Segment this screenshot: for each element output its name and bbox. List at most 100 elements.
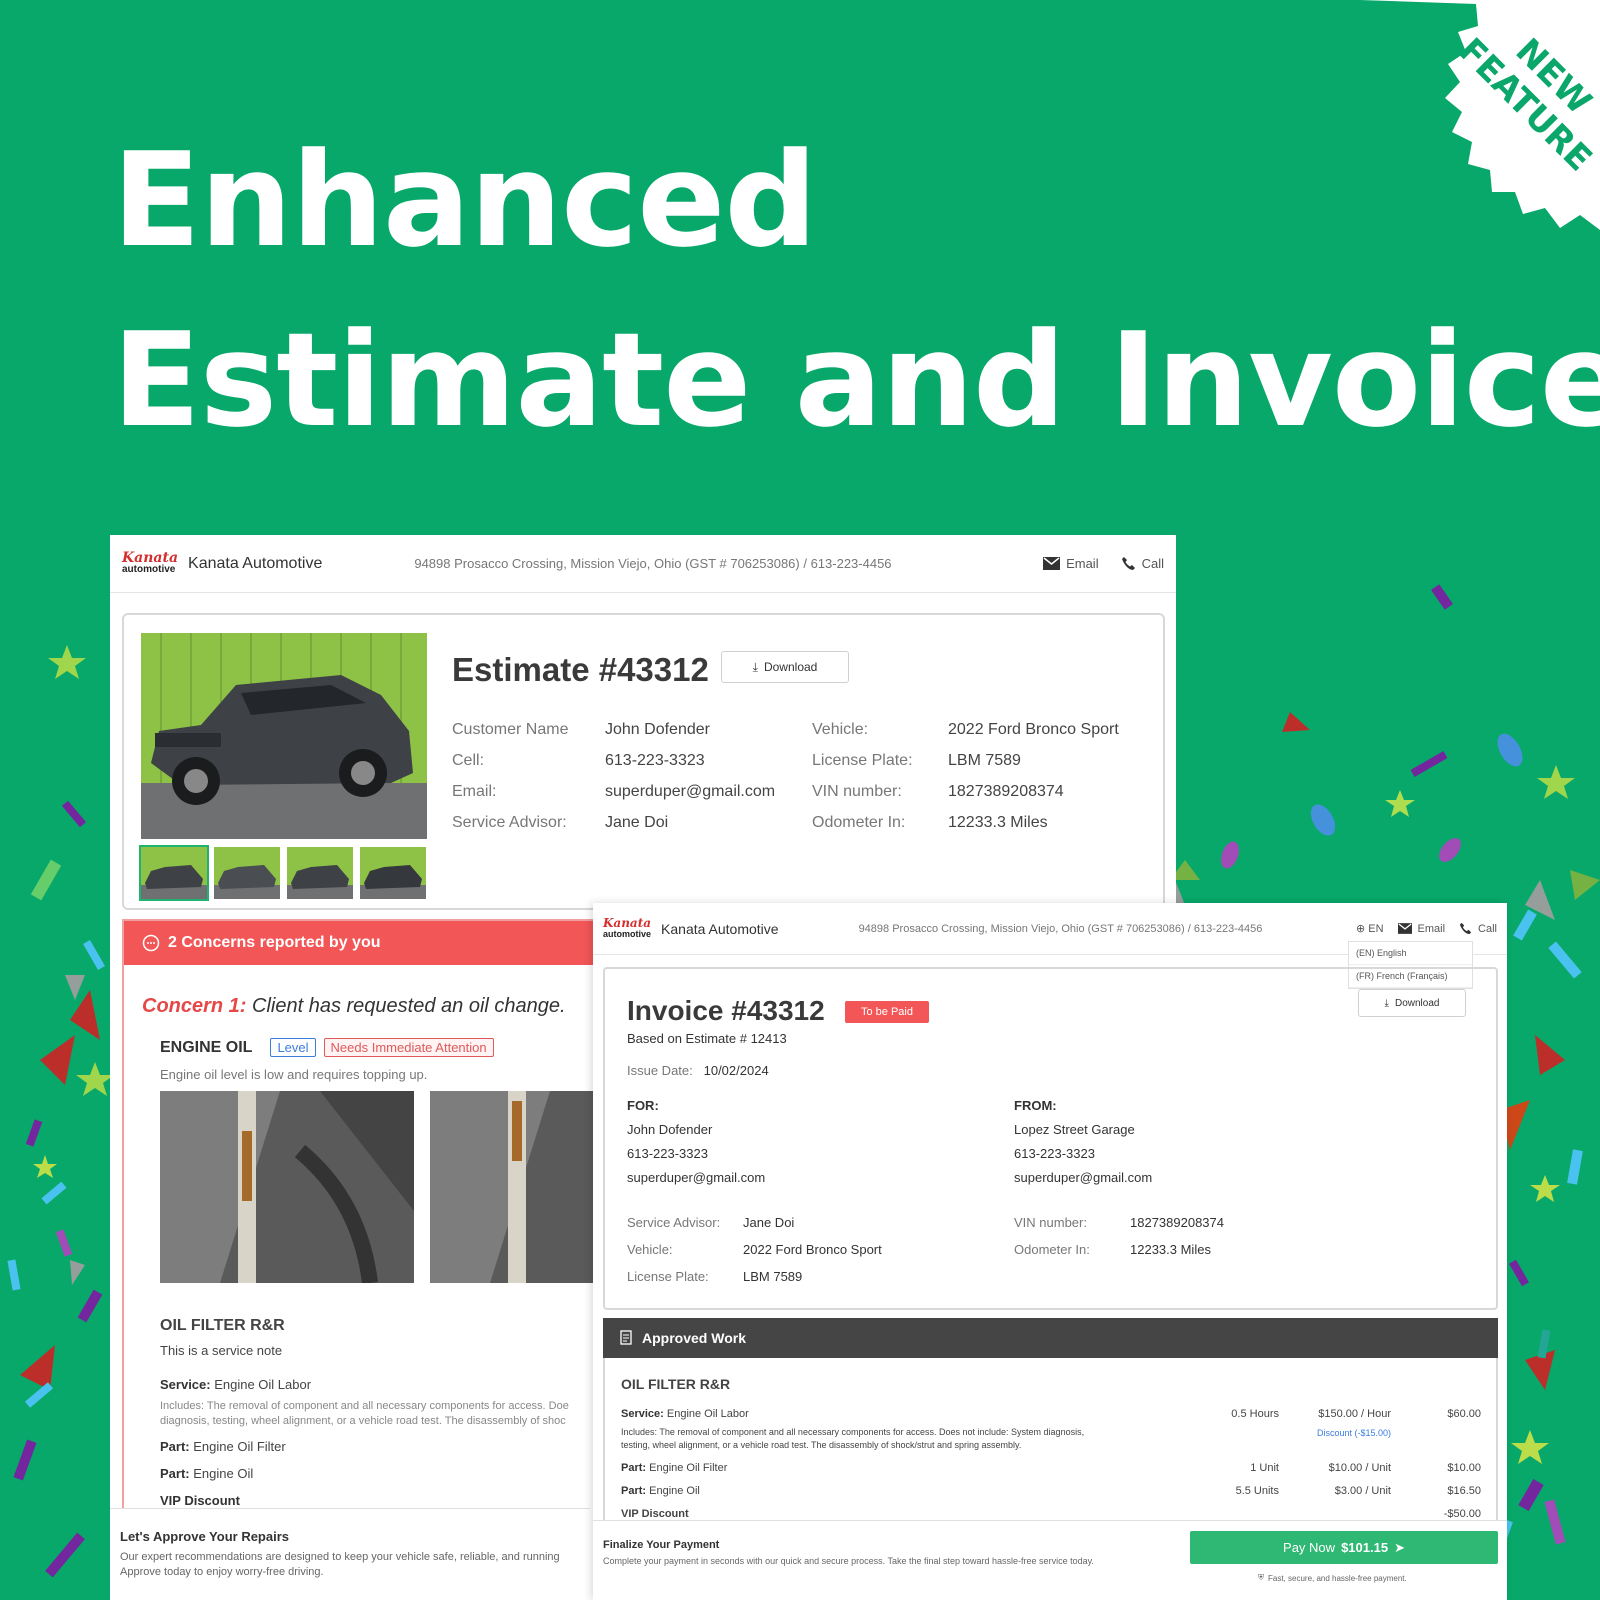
photo-thumbnails	[139, 845, 426, 901]
service-qty: 0.5 Hours	[1231, 1408, 1279, 1420]
email-label: Email	[1417, 922, 1446, 935]
customer-labels: Customer Name Cell: Email: Service Advis…	[452, 714, 568, 838]
label: License Plate:	[812, 752, 913, 769]
payment-bar: Finalize Your Payment Complete your paym…	[593, 1520, 1507, 1600]
pay-now-button[interactable]: Pay Now $101.15 ➤	[1190, 1531, 1498, 1564]
part-value: Engine Oil Filter	[649, 1462, 728, 1474]
odometer: 12233.3 Miles	[948, 814, 1048, 831]
vin-number: 1827389208374	[948, 783, 1064, 800]
download-button[interactable]: ⤓ Download	[721, 651, 849, 683]
chat-icon	[142, 934, 160, 952]
vehicle-labels: Vehicle: License Plate: VIN number: Odom…	[812, 714, 913, 838]
service-value: Engine Oil Labor	[666, 1408, 749, 1420]
thumbnail[interactable]	[214, 847, 280, 899]
concerns-header-label: 2 Concerns reported by you	[168, 934, 381, 951]
email-label: Email	[1066, 556, 1099, 571]
vehicle-values: 2022 Ford Bronco Sport LBM 7589 18273892…	[948, 714, 1119, 838]
label: Vehicle:	[812, 721, 869, 738]
globe-icon: ⊕	[1356, 923, 1366, 935]
label: Odometer In:	[812, 814, 906, 831]
from-email: superduper@gmail.com	[1014, 1170, 1153, 1185]
service-title: OIL FILTER R&R	[160, 1317, 285, 1334]
download-button[interactable]: ⤓ Download	[1358, 989, 1466, 1017]
inspection-item-title: ENGINE OIL	[160, 1038, 253, 1056]
service-advisor: Jane Doi	[605, 814, 669, 831]
email-icon	[1397, 923, 1412, 934]
includes-line: testing, wheel alignment, or a vehicle r…	[621, 1440, 1022, 1450]
includes-line: Includes: The removal of component and a…	[621, 1427, 1085, 1437]
invoice-summary-card: Invoice #43312 To be Paid ⤓ Download Bas…	[603, 967, 1498, 1310]
for-name: John Dofender	[627, 1122, 713, 1137]
phone-icon	[1121, 557, 1135, 570]
inspection-item: ENGINE OIL Level Needs Immediate Attenti…	[160, 1038, 494, 1057]
service-label: Service:	[621, 1408, 664, 1420]
shield-icon: ⛨	[1258, 1573, 1264, 1582]
business-name: Kanata Automotive	[661, 920, 779, 937]
call-link[interactable]: Call	[1121, 556, 1164, 571]
bill-from: FROM: Lopez Street Garage 613-223-3323 s…	[1014, 1094, 1152, 1190]
concern-title: Concern 1: Client has requested an oil c…	[142, 995, 566, 1018]
vehicle-labels: VIN number: Odometer In:	[1014, 1209, 1090, 1263]
for-label: FOR:	[627, 1098, 659, 1113]
service-total: $60.00	[1447, 1408, 1481, 1420]
invoice-details-values: Jane Doi 2022 Ford Bronco Sport LBM 7589	[743, 1209, 882, 1290]
call-link[interactable]: Call	[1459, 922, 1497, 935]
new-feature-badge: NEW FEATURE	[1360, 0, 1600, 240]
download-icon: ⤓	[752, 659, 758, 674]
license-plate: LBM 7589	[743, 1269, 803, 1284]
label: Odometer In:	[1014, 1242, 1090, 1257]
language-selector[interactable]: ⊕ EN	[1356, 922, 1384, 936]
pay-amount: $101.15	[1341, 1540, 1389, 1555]
download-icon: ⤓	[1384, 997, 1389, 1009]
thumbnail[interactable]	[139, 845, 209, 901]
email-icon	[1043, 557, 1061, 570]
part-label: Part:	[160, 1466, 190, 1481]
approve-text: Approve today to enjoy worry-free drivin…	[120, 1566, 324, 1578]
part-value: Engine Oil	[193, 1466, 254, 1481]
label: Email:	[452, 783, 497, 800]
email-link[interactable]: Email	[1397, 922, 1446, 935]
part-qty: 5.5 Units	[1235, 1485, 1279, 1497]
label: VIN number:	[1014, 1215, 1087, 1230]
bill-to: FOR: John Dofender 613-223-3323 superdup…	[627, 1094, 765, 1190]
email-link[interactable]: Email	[1043, 556, 1099, 571]
download-label: Download	[763, 660, 818, 674]
customer-values: John Dofender 613-223-3323 superduper@gm…	[605, 714, 775, 838]
issue-date-label: Issue Date:	[627, 1063, 693, 1078]
vehicle-photo[interactable]	[141, 633, 427, 839]
issue-date: 10/02/2024	[703, 1063, 769, 1078]
finalize-title: Finalize Your Payment	[603, 1539, 720, 1551]
approve-title: Let's Approve Your Repairs	[120, 1529, 290, 1544]
approve-text: Our expert recommendations are designed …	[120, 1551, 560, 1563]
based-on-estimate: Based on Estimate # 12413	[627, 1031, 787, 1046]
business-name: Kanata Automotive	[188, 554, 323, 572]
service-includes: Includes: The removal of component and a…	[160, 1399, 569, 1429]
kanata-logo: Kanata automotive	[122, 551, 178, 575]
call-label: Call	[1478, 922, 1497, 935]
service-label: Service:	[160, 1377, 211, 1392]
invoice-title: Invoice #43312	[627, 995, 825, 1026]
logo-text-bottom: automotive	[122, 563, 176, 575]
secure-note: ⛨ Fast, secure, and hassle-free payment.	[1258, 1573, 1407, 1583]
license-plate: LBM 7589	[948, 752, 1021, 769]
service-rate: $150.00 / Hour	[1318, 1408, 1391, 1420]
part-rate: $10.00 / Unit	[1328, 1462, 1391, 1474]
label: Service Advisor:	[452, 814, 567, 831]
part-rate: $3.00 / Unit	[1334, 1485, 1391, 1497]
part-total: $16.50	[1447, 1485, 1481, 1497]
hero-line-2: Estimate and Invoice	[112, 304, 1600, 456]
concern-number: Concern 1:	[142, 995, 247, 1017]
arrow-right-icon: ➤	[1394, 1539, 1405, 1555]
for-email: superduper@gmail.com	[627, 1170, 766, 1185]
customer-email: superduper@gmail.com	[605, 783, 776, 800]
thumbnail[interactable]	[360, 847, 426, 899]
logo-text-top: Kanata	[603, 915, 652, 930]
dipstick-photo[interactable]	[160, 1091, 414, 1283]
vin-number: 1827389208374	[1130, 1215, 1224, 1230]
document-icon	[620, 1330, 632, 1345]
from-phone: 613-223-3323	[1014, 1146, 1095, 1161]
thumbnail[interactable]	[287, 847, 353, 899]
discount-link[interactable]: Discount (-$15.00)	[1245, 1428, 1391, 1438]
approved-work-header[interactable]: Approved Work	[603, 1318, 1498, 1358]
language-option-english[interactable]: (EN) English	[1349, 942, 1472, 965]
